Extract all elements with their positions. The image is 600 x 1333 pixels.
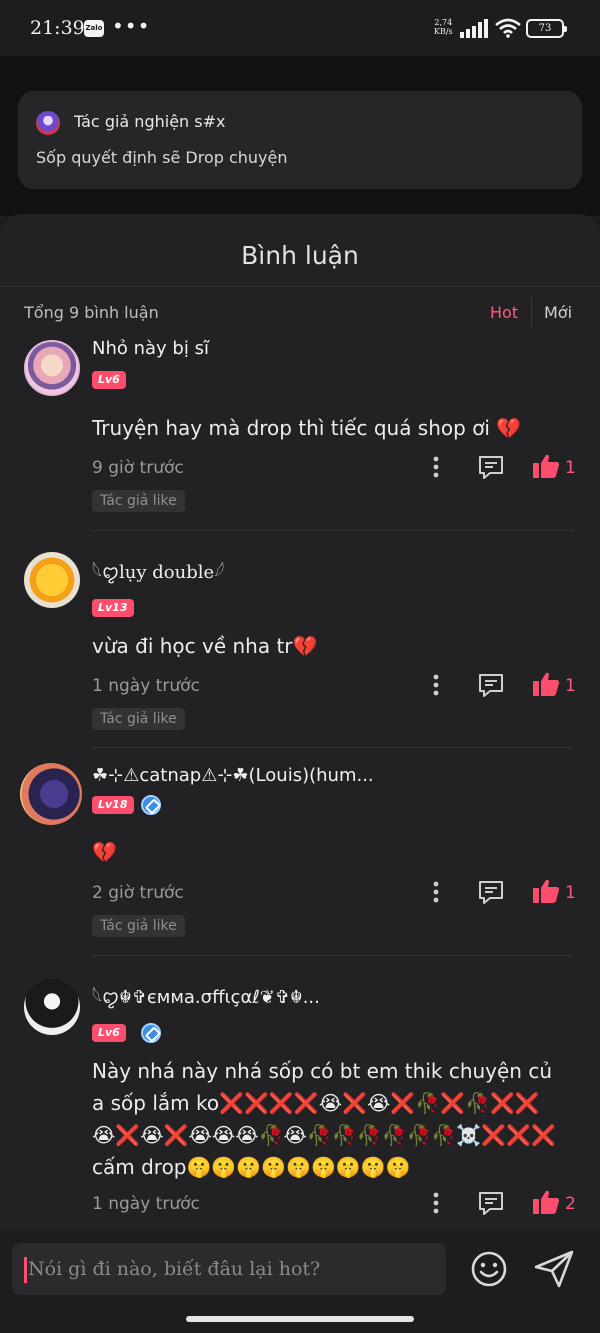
- comment-composer: [0, 1230, 600, 1306]
- thumbs-up-icon[interactable]: [532, 453, 560, 479]
- send-icon[interactable]: [533, 1249, 575, 1289]
- zalo-notification-icon: Zalo: [84, 20, 104, 37]
- divider: [92, 530, 574, 531]
- divider: [531, 298, 532, 326]
- wifi-icon: [495, 18, 521, 38]
- comment-username[interactable]: ☘︎⊹⚠︎catnap⚠︎⊹☘︎(Louis)(hum...: [92, 765, 374, 786]
- text-caret: [24, 1257, 27, 1283]
- thumbs-up-icon[interactable]: [532, 878, 560, 904]
- preview-author: Tác giả nghiện s#x: [74, 112, 226, 131]
- more-notifications-icon: •••: [112, 14, 151, 38]
- divider: [0, 286, 600, 287]
- comment-time: 1 ngày trước: [92, 676, 200, 696]
- comment-text: 💔: [92, 840, 117, 864]
- user-avatar[interactable]: [20, 763, 82, 825]
- smiley-icon[interactable]: [470, 1250, 508, 1288]
- network-speed-value: 2,74: [434, 18, 453, 27]
- comment-count: Tổng 9 bình luận: [24, 303, 159, 322]
- like-count: 1: [565, 458, 576, 478]
- more-vertical-icon[interactable]: [426, 1191, 446, 1215]
- divider: [92, 747, 574, 748]
- author-like-tag: Tác giả like: [92, 490, 185, 512]
- author-like-tag: Tác giả like: [92, 708, 185, 730]
- more-vertical-icon[interactable]: [426, 673, 446, 697]
- reply-icon[interactable]: [478, 880, 504, 904]
- comment-item: 𓆩ꨄ︎lụy double𓆪 Lv13 vừa đi học về nha tr…: [0, 544, 600, 754]
- comment-item: Nhỏ này bị sĩ Lv6 Truyện hay mà drop thì…: [0, 334, 600, 534]
- sheet-title: Bình luận: [241, 241, 359, 270]
- level-badge: Lv6: [92, 371, 126, 389]
- comment-item: ☘︎⊹⚠︎catnap⚠︎⊹☘︎(Louis)(hum... Lv18 💔 2 …: [0, 759, 600, 969]
- reply-icon[interactable]: [478, 455, 504, 479]
- comment-username[interactable]: 𓆩ꨄ︎☬✞ємма.σffιçαℓ❦︎✞☬...: [92, 979, 392, 1010]
- more-vertical-icon[interactable]: [426, 880, 446, 904]
- reply-icon[interactable]: [478, 1191, 504, 1215]
- status-bar: 21:39 Zalo ••• 2,74 KB/s 73: [0, 0, 600, 56]
- author-avatar: [36, 111, 60, 135]
- signal-icon: [460, 19, 488, 38]
- network-speed-unit: KB/s: [434, 27, 453, 36]
- sort-new-tab[interactable]: Mới: [544, 303, 572, 322]
- divider: [92, 955, 574, 956]
- comment-input[interactable]: [12, 1243, 446, 1295]
- sort-hot-tab[interactable]: Hot: [490, 303, 518, 322]
- clock: 21:39: [30, 17, 85, 39]
- reply-icon[interactable]: [478, 673, 504, 697]
- comment-time: 1 ngày trước: [92, 1194, 200, 1214]
- level-badge: Lv18: [92, 796, 134, 814]
- level-badge: Lv6: [92, 1024, 126, 1042]
- user-avatar[interactable]: [24, 979, 80, 1035]
- battery-icon: 73: [526, 19, 567, 38]
- navigation-bar: [0, 1306, 600, 1333]
- home-indicator[interactable]: [186, 1316, 414, 1322]
- thumbs-up-icon[interactable]: [532, 671, 560, 697]
- comment-username[interactable]: 𓆩ꨄ︎lụy double𓆪: [92, 554, 224, 585]
- comment-text: Truyện hay mà drop thì tiếc quá shop ơi …: [92, 416, 522, 440]
- comment-item: 𓆩ꨄ︎☬✞ємма.σffιçαℓ❦︎✞☬... Lv6 Này nhá này…: [0, 969, 600, 1229]
- comment-time: 9 giờ trước: [92, 458, 184, 478]
- preview-text: Sốp quyết định sẽ Drop chuyện: [36, 148, 288, 167]
- verified-icon: [141, 795, 161, 815]
- user-avatar[interactable]: [24, 552, 80, 608]
- more-vertical-icon[interactable]: [426, 455, 446, 479]
- comment-text: vừa đi học về nha tr💔: [92, 634, 318, 658]
- level-badge: Lv13: [92, 599, 134, 617]
- like-count: 2: [565, 1194, 576, 1214]
- verified-icon: [141, 1023, 161, 1043]
- thumbs-up-icon[interactable]: [532, 1189, 560, 1215]
- like-count: 1: [565, 883, 576, 903]
- author-like-tag: Tác giả like: [92, 915, 185, 937]
- user-avatar[interactable]: [24, 340, 80, 396]
- comment-text: Này nhá này nhá sốp có bt em thik chuyện…: [92, 1059, 556, 1179]
- preview-card[interactable]: Tác giả nghiện s#x Sốp quyết định sẽ Dro…: [18, 91, 582, 189]
- comment-time: 2 giờ trước: [92, 883, 184, 903]
- like-count: 1: [565, 676, 576, 696]
- comments-sheet: Bình luận Tổng 9 bình luận Hot Mới Nhỏ n…: [0, 214, 600, 1333]
- comment-username[interactable]: Nhỏ này bị sĩ: [92, 338, 209, 359]
- network-speed: 2,74 KB/s: [434, 18, 453, 36]
